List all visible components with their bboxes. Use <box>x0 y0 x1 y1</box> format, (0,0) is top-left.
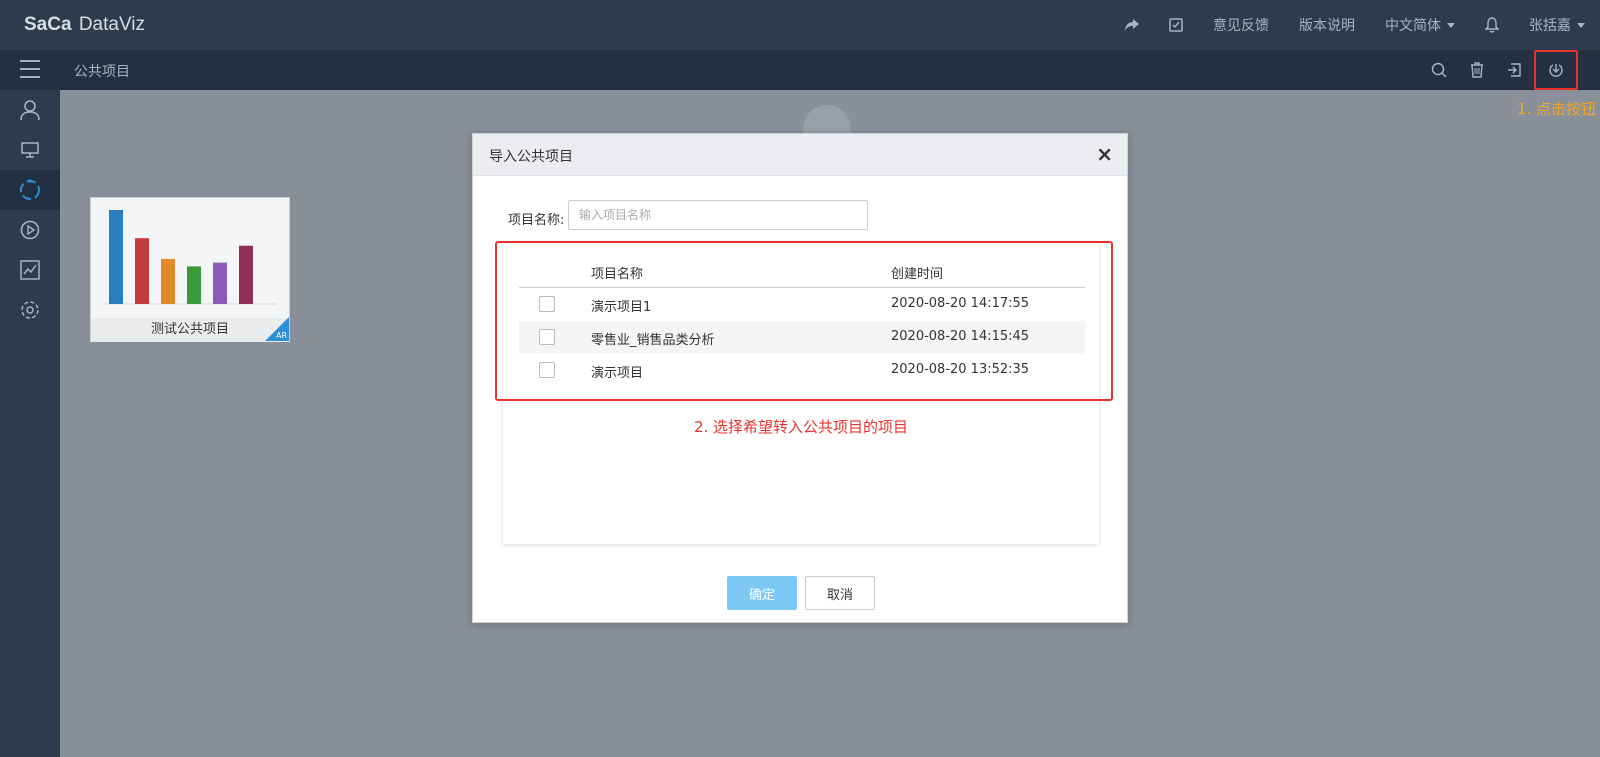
language-label: 中文简体 <box>1385 18 1441 34</box>
confirm-button[interactable]: 确定 <box>727 576 797 610</box>
top-right-menu: 意见反馈 版本说明 中文简体 张括嘉 <box>1110 0 1600 50</box>
logo-text-a: Sa <box>24 14 48 35</box>
table-row[interactable]: 演示项目 2020-08-20 13:52:35 <box>519 354 1085 387</box>
feedback-link[interactable]: 意见反馈 <box>1198 0 1284 50</box>
row-time: 2020-08-20 14:15:45 <box>891 329 1030 344</box>
table-row[interactable]: 演示项目1 2020-08-20 14:17:55 <box>519 288 1085 321</box>
card-label: 测试公共项目 <box>91 318 289 342</box>
sidebar-item-chart[interactable] <box>0 250 60 290</box>
sub-header: 公共项目 <box>0 50 1600 90</box>
row-checkbox[interactable] <box>539 362 555 378</box>
close-icon[interactable]: × <box>1096 143 1113 165</box>
sidebar <box>0 90 60 757</box>
top-bar: SaCa DataViz 意见反馈 版本说明 中文简体 张括嘉 <box>0 0 1600 50</box>
row-name: 演示项目 <box>591 366 644 381</box>
menu-icon[interactable] <box>20 60 40 80</box>
logo-text-c: DataViz <box>73 14 146 35</box>
toolbar <box>1420 50 1578 90</box>
play-icon <box>20 220 40 240</box>
sidebar-item-settings[interactable] <box>0 290 60 330</box>
language-dropdown[interactable]: 中文简体 <box>1370 0 1470 50</box>
export-icon[interactable] <box>1496 50 1534 90</box>
row-time: 2020-08-20 14:17:55 <box>891 296 1030 311</box>
thumbnail-bar <box>239 245 253 304</box>
annotation-step1: 1. 点击按钮 <box>1516 100 1596 118</box>
row-time: 2020-08-20 13:52:35 <box>891 362 1030 377</box>
trash-icon[interactable] <box>1458 50 1496 90</box>
user-icon <box>20 100 40 121</box>
logo[interactable]: SaCa DataViz <box>24 14 145 36</box>
dialog-title: 导入公共项目 <box>489 149 573 165</box>
bell-icon[interactable] <box>1470 0 1514 50</box>
user-menu[interactable]: 张括嘉 <box>1514 0 1600 50</box>
user-name: 张括嘉 <box>1529 18 1571 34</box>
sidebar-item-project[interactable] <box>0 170 60 210</box>
share-icon[interactable] <box>1110 0 1154 50</box>
card-corner-text: AR <box>275 331 287 340</box>
table-row[interactable]: 零售业_销售品类分析 2020-08-20 14:15:45 <box>519 321 1085 354</box>
table-header: 项目名称 创建时间 <box>519 254 1085 288</box>
dialog-header: 导入公共项目 × <box>473 134 1127 176</box>
chevron-down-icon <box>1577 22 1585 28</box>
card-thumbnail <box>91 198 289 318</box>
project-name-label: 项目名称: <box>508 213 565 228</box>
version-link[interactable]: 版本说明 <box>1284 0 1370 50</box>
project-icon <box>20 179 40 200</box>
sidebar-item-user[interactable] <box>0 90 60 130</box>
row-name: 零售业_销售品类分析 <box>591 333 715 348</box>
cancel-button[interactable]: 取消 <box>805 576 875 610</box>
logo-text-b: Ca <box>47 14 72 35</box>
project-card[interactable]: 测试公共项目 AR <box>90 197 290 342</box>
chart-icon <box>20 260 40 280</box>
row-name: 演示项目1 <box>591 300 652 315</box>
import-button[interactable] <box>1534 50 1578 90</box>
thumbnail-bar <box>187 266 201 304</box>
edit-square-icon[interactable] <box>1154 0 1198 50</box>
page-title: 公共项目 <box>74 64 130 80</box>
column-time: 创建时间 <box>891 267 944 282</box>
import-dialog: 导入公共项目 × 项目名称: 项目名称 创建时间 演示项目1 2020-08-2… <box>472 133 1128 623</box>
row-checkbox[interactable] <box>539 329 555 345</box>
sidebar-item-play[interactable] <box>0 210 60 250</box>
monitor-icon <box>21 142 39 158</box>
column-name: 项目名称 <box>591 267 644 282</box>
settings-icon <box>21 301 39 319</box>
row-checkbox[interactable] <box>539 296 555 312</box>
annotation-step2: 2. 选择希望转入公共项目的项目 <box>693 418 909 436</box>
thumbnail-bar-chart <box>103 210 277 305</box>
thumbnail-bar <box>213 262 227 304</box>
chevron-down-icon <box>1447 22 1455 28</box>
project-name-input[interactable] <box>568 200 868 230</box>
thumbnail-bar <box>161 258 175 304</box>
thumbnail-bar <box>109 210 123 304</box>
search-icon[interactable] <box>1420 50 1458 90</box>
import-icon <box>1549 64 1563 77</box>
project-table: 项目名称 创建时间 演示项目1 2020-08-20 14:17:55 零售业_… <box>519 254 1085 387</box>
thumbnail-bar <box>135 238 149 304</box>
sidebar-item-screen[interactable] <box>0 130 60 170</box>
